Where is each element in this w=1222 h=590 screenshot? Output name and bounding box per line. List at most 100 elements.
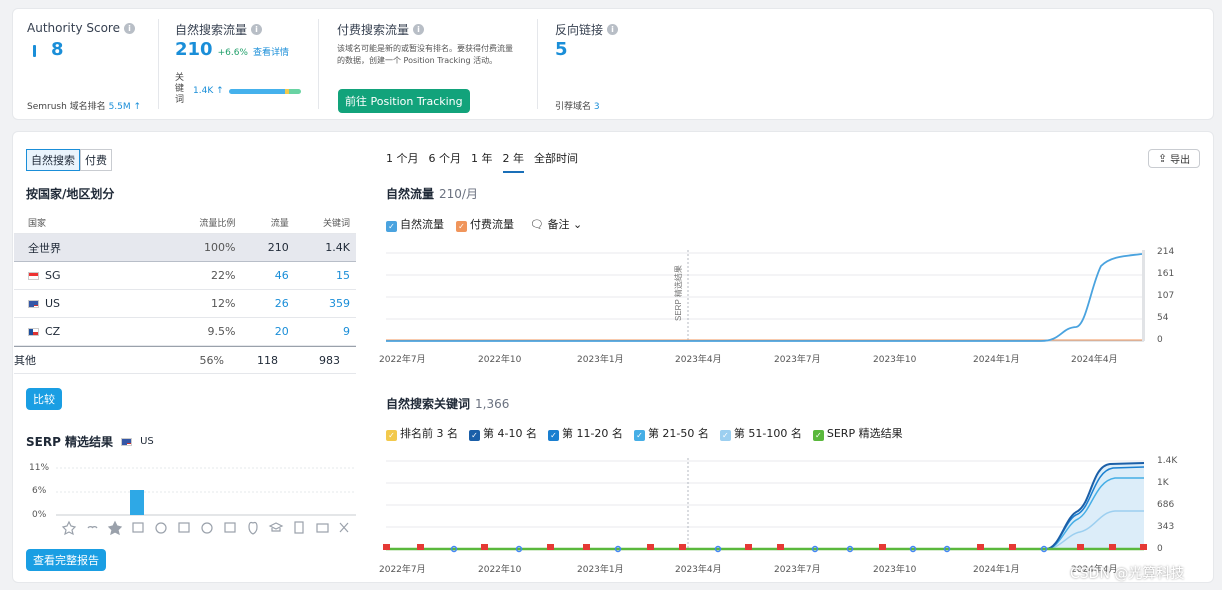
- legend-label: 第 51-100 名: [733, 427, 802, 440]
- keywords-legend: ✓ 排名前 3 名 ✓ 第 4-10 名 ✓ 第 11-20 名 ✓ 第 21-50 名…: [386, 425, 903, 441]
- legend-label: 第 4-10 名: [483, 427, 537, 440]
- ref-value[interactable]: 3: [594, 102, 600, 112]
- toggle-paid[interactable]: 付费: [80, 149, 112, 171]
- authority-value: 8: [51, 39, 64, 60]
- organic-value-row: 210 +6.6% 查看详情: [175, 39, 289, 60]
- traffic-value: 210/月: [439, 187, 478, 201]
- kw-ytick: 1.4K: [1157, 456, 1178, 466]
- info-icon[interactable]: i: [251, 24, 263, 35]
- date-range-tabs: 1 个月 6 个月 1 年 2 年 全部时间: [386, 150, 578, 173]
- export-label: 导出: [1170, 155, 1191, 166]
- country-name: 其他: [14, 354, 36, 367]
- keywords-chart: [383, 458, 1147, 553]
- keywords-value[interactable]: 9: [289, 325, 350, 338]
- export-button[interactable]: ⇪ 导出: [1148, 149, 1200, 168]
- serp-title: SERP 精选结果 US: [26, 433, 154, 450]
- kw-xtick: 2022年7月: [379, 565, 426, 575]
- tab-2-years[interactable]: 2 年: [502, 150, 524, 173]
- traffic-value[interactable]: 20: [235, 325, 289, 338]
- summary-card: Authority Score i 8 Semrush 域名排名 5.5M ↑ …: [12, 8, 1214, 120]
- chevron-down-icon: ⌄: [572, 218, 583, 231]
- comment-icon: 🗨: [530, 218, 544, 231]
- tab-all-time[interactable]: 全部时间: [534, 150, 578, 173]
- view-details-link[interactable]: 查看详情: [253, 45, 289, 58]
- table-row[interactable]: 全世界 100% 210 1.4K: [14, 234, 356, 262]
- us-flag-icon: [121, 437, 133, 446]
- notes-dropdown[interactable]: 🗨 备注 ⌄: [530, 216, 582, 232]
- backlinks-title: 反向链接: [555, 23, 604, 37]
- toggle-organic[interactable]: 自然搜索: [26, 149, 80, 171]
- traffic-ytick: 161: [1157, 269, 1175, 279]
- country-name: CZ: [45, 325, 61, 338]
- info-icon[interactable]: i: [607, 24, 619, 35]
- kw-xtick: 2023年10: [873, 565, 917, 575]
- traffic-xtick: 2022年7月: [379, 355, 426, 365]
- traffic-title-text: 自然流量: [386, 187, 435, 201]
- semrush-rank: Semrush 域名排名 5.5M ↑: [27, 99, 141, 112]
- legend-paid[interactable]: ✓ 付费流量: [456, 216, 514, 232]
- traffic-ytick: 54: [1157, 313, 1169, 323]
- serp-marker-label: SERP 精选结果: [673, 265, 683, 321]
- kw-xtick: 2023年1月: [577, 565, 624, 575]
- legend-label: 自然流量: [400, 218, 444, 231]
- paid-note: 该域名可能是新的或暂没有排名。要获得付费流量的数据，创建一个 Position …: [337, 44, 513, 65]
- col-keywords: 关键词: [322, 219, 350, 229]
- divider: [158, 19, 159, 109]
- keywords-count: 1,366: [475, 397, 510, 411]
- organic-title: 自然搜索流量: [175, 23, 248, 37]
- full-report-button[interactable]: 查看完整报告: [26, 549, 106, 571]
- legend-top3[interactable]: ✓ 排名前 3 名: [386, 425, 458, 441]
- legend-51-100[interactable]: ✓ 第 51-100 名: [719, 425, 802, 441]
- watermark: CSDN @光算科技: [1070, 566, 1185, 582]
- rank-value[interactable]: 5.5M ↑: [109, 102, 141, 112]
- legend-4-10[interactable]: ✓ 第 4-10 名: [469, 425, 537, 441]
- paid-label: 付费搜索流量 i: [337, 21, 425, 38]
- legend-organic[interactable]: ✓ 自然流量: [386, 216, 444, 232]
- keywords-value[interactable]: 15: [289, 269, 350, 282]
- legend-serp[interactable]: ✓ SERP 精选结果: [812, 425, 903, 441]
- legend-11-20[interactable]: ✓ 第 11-20 名: [547, 425, 623, 441]
- upload-icon: ⇪: [1157, 152, 1168, 165]
- legend-label: 付费流量: [470, 218, 514, 231]
- tab-6-months[interactable]: 6 个月: [429, 150, 462, 173]
- legend-21-50[interactable]: ✓ 第 21-50 名: [633, 425, 709, 441]
- info-icon[interactable]: i: [123, 22, 135, 34]
- check-icon: ✓: [812, 430, 824, 441]
- traffic-xtick: 2024年1月: [973, 355, 1020, 365]
- table-row[interactable]: US 12% 26 359: [14, 290, 356, 318]
- country-table: 国家 流量比例 流量 关键词 全世界 100% 210 1.4K SG 22% …: [14, 212, 356, 374]
- kw-ytick: 0: [1157, 544, 1163, 554]
- serp-ytick: 11%: [29, 463, 50, 473]
- keywords-distribution-bar: [229, 89, 301, 94]
- info-icon[interactable]: i: [413, 24, 425, 35]
- table-row[interactable]: SG 22% 46 15: [14, 262, 356, 290]
- country-name: 全世界: [28, 241, 61, 255]
- organic-label: 自然搜索流量 i: [175, 21, 263, 38]
- keywords-value[interactable]: 359: [289, 297, 350, 310]
- table-row[interactable]: 其他 56% 118 983: [14, 346, 356, 374]
- tab-1-month[interactable]: 1 个月: [386, 150, 419, 173]
- serp-bar[interactable]: [130, 490, 144, 515]
- share-label: 56%: [199, 353, 224, 367]
- col-country: 国家: [28, 219, 47, 229]
- check-icon: ✓: [386, 430, 397, 441]
- backlinks-value[interactable]: 5: [555, 39, 568, 60]
- position-tracking-button[interactable]: 前往 Position Tracking: [338, 89, 470, 113]
- traffic-value[interactable]: 46: [235, 269, 289, 282]
- legend-label: 排名前 3 名: [400, 427, 458, 440]
- serp-ytick: 0%: [32, 510, 47, 520]
- traffic-xtick: 2023年1月: [577, 355, 624, 365]
- divider: [537, 19, 538, 109]
- organic-change: +6.6%: [217, 48, 248, 58]
- traffic-xtick: 2023年4月: [675, 355, 722, 365]
- kw-xtick: 2022年10: [478, 565, 522, 575]
- tab-1-year[interactable]: 1 年: [471, 150, 493, 173]
- legend-label: 第 11-20 名: [561, 427, 623, 440]
- keywords-value: 1.4K: [325, 241, 350, 254]
- keywords-label: 关键词: [175, 73, 185, 105]
- traffic-value[interactable]: 26: [235, 297, 289, 310]
- us-flag-icon: [28, 299, 39, 308]
- sg-flag-icon: [28, 271, 39, 280]
- table-row[interactable]: CZ 9.5% 20 9: [14, 318, 356, 346]
- compare-button[interactable]: 比较: [26, 388, 62, 410]
